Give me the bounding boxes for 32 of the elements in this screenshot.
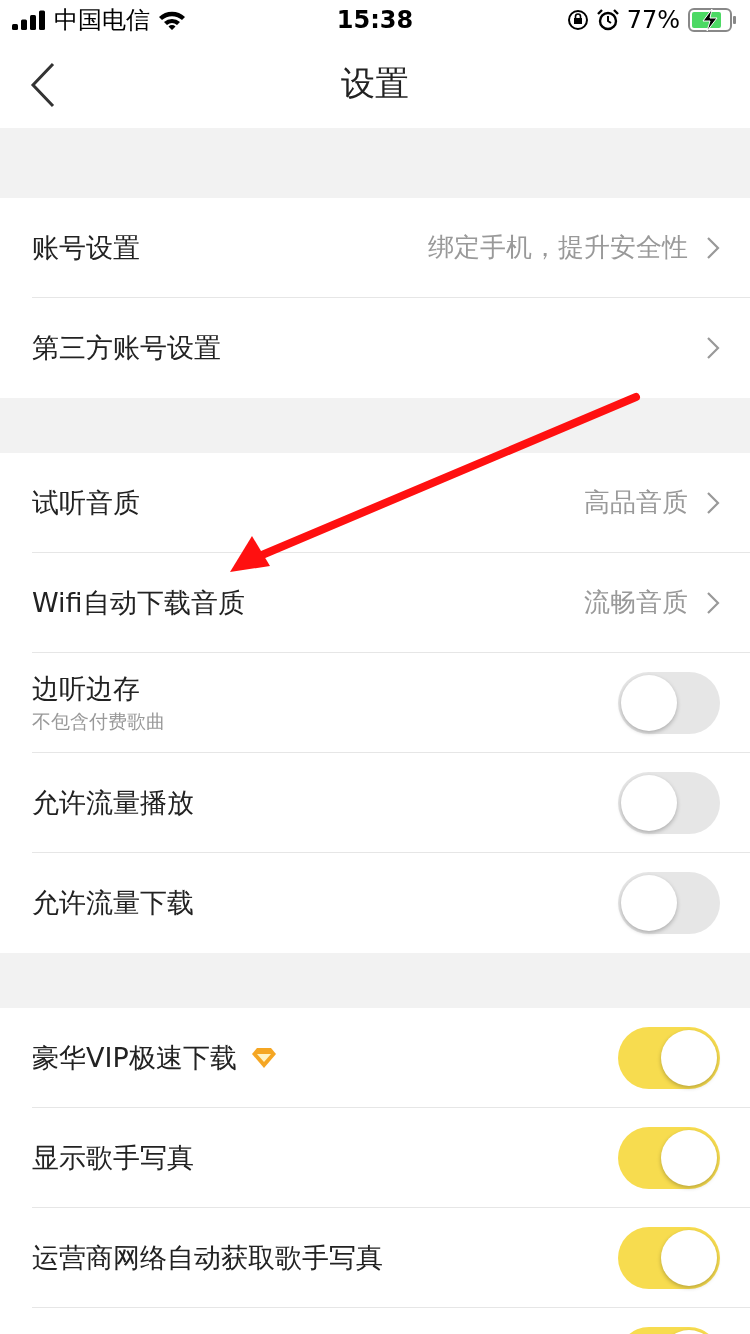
setting-label: 允许流量播放 — [32, 785, 194, 820]
toggle-switch[interactable] — [618, 771, 720, 834]
toggle-switch[interactable] — [618, 872, 720, 934]
alarm-icon — [596, 9, 619, 31]
toggle-switch[interactable] — [618, 1026, 720, 1089]
setting-hint: 不包含付费歌曲 — [32, 708, 166, 734]
setting-label: 显示歌手写真 — [32, 1140, 194, 1175]
setting-label: 账号设置 — [32, 230, 140, 265]
signal-icon — [12, 10, 46, 30]
page-title: 设置 — [341, 62, 409, 105]
carrier-name: 中国电信 — [54, 5, 150, 36]
chevron-right-icon — [706, 490, 720, 515]
battery-percent: 77% — [626, 6, 680, 34]
clock-time: 15:38 — [336, 6, 414, 34]
setting-value: 绑定手机，提升安全性 — [428, 231, 688, 264]
wifi-icon — [158, 9, 186, 31]
setting-label: Wifi自动下载音质 — [32, 585, 245, 620]
setting-label: 第三方账号设置 — [32, 331, 221, 365]
setting-label: 边听边存 — [32, 671, 140, 706]
toggle-switch[interactable] — [618, 1126, 720, 1189]
setting-value: 流畅音质 — [584, 586, 688, 619]
toggle-switch[interactable] — [618, 671, 720, 734]
setting-label: 试听音质 — [32, 485, 140, 520]
setting-label: 豪华VIP极速下载 — [32, 1040, 237, 1075]
chevron-right-icon — [706, 336, 720, 360]
toggle-switch[interactable] — [618, 1226, 720, 1289]
setting-label: 允许流量下载 — [32, 886, 194, 920]
setting-value: 高品音质 — [584, 486, 688, 519]
setting-label: 运营商网络自动获取歌手写真 — [32, 1240, 383, 1275]
chevron-right-icon — [706, 590, 720, 615]
chevron-right-icon — [706, 235, 720, 260]
rotation-lock-icon — [566, 9, 589, 31]
